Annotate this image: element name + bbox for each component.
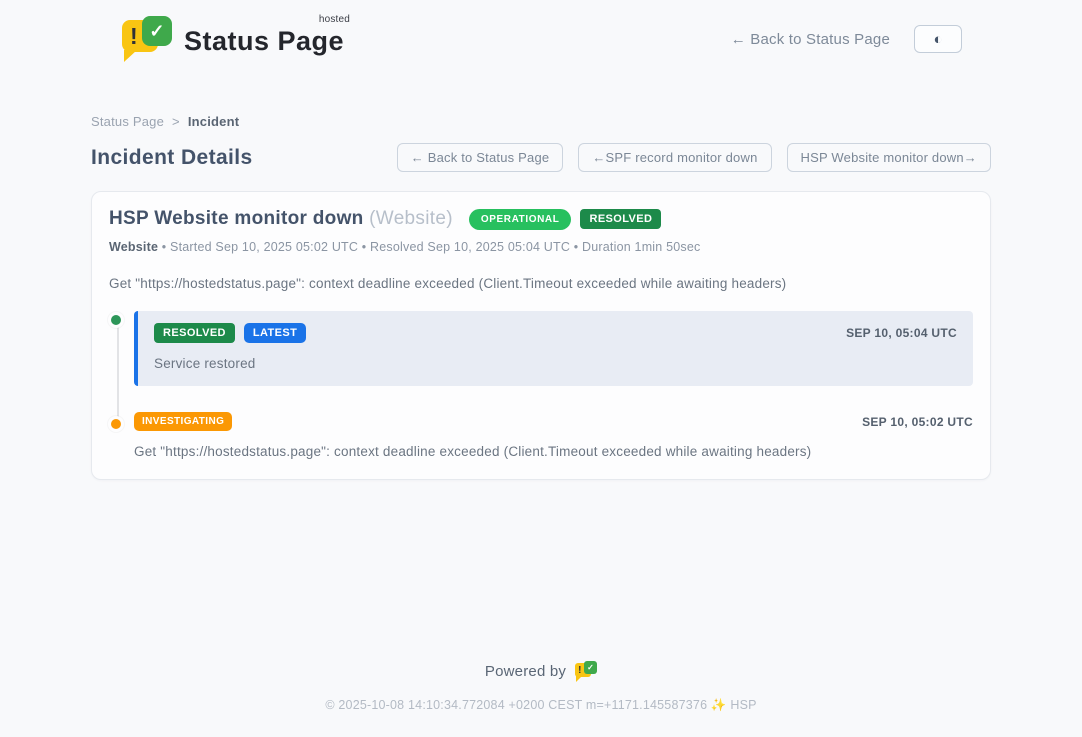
breadcrumb-separator: > [172,114,180,129]
investigating-badge: INVESTIGATING [134,412,232,431]
timeline-message: Get "https://hostedstatus.page": context… [134,444,973,459]
back-to-status-page-button[interactable]: ← Back to Status Page [397,143,564,172]
meta-component: Website [109,240,158,254]
orange-dot-icon [108,416,124,432]
incident-card: HSP Website monitor down (Website) OPERA… [91,191,991,480]
copyright-line: © 2025-10-08 14:10:34.772084 +0200 CEST … [0,698,1082,713]
incident-nav: ← Back to Status Page ←SPF record monito… [397,143,991,172]
previous-incident-button[interactable]: ←SPF record monitor down [578,143,771,172]
latest-badge: LATEST [244,323,306,343]
timeline-entry-investigating: INVESTIGATING SEP 10, 05:02 UTC Get "htt… [109,412,973,459]
incident-timeline: RESOLVED LATEST SEP 10, 05:04 UTC Servic… [109,311,973,459]
copyright-brand: HSP [730,698,756,712]
incident-badges: OPERATIONAL RESOLVED [469,209,662,230]
powered-by-label: Powered by [485,663,566,680]
brand-logo[interactable]: ! ✓ Status Page hosted [120,16,344,62]
resolved-badge: RESOLVED [580,209,661,229]
brand-hosted-label: hosted [319,14,350,25]
timeline-entry-badges: RESOLVED LATEST [154,323,306,343]
timeline-entry-header: RESOLVED LATEST SEP 10, 05:04 UTC [154,323,957,343]
status-bubble-icon: ! ✓ [120,16,172,62]
brand-wordmark: Status Page hosted [184,16,344,57]
timeline-entry-content: INVESTIGATING SEP 10, 05:02 UTC Get "htt… [134,412,973,459]
status-bubble-icon[interactable]: ! ✓ [575,661,597,682]
page-title: Incident Details [91,146,253,170]
header-actions: ← Back to Status Page ◐ [731,25,962,53]
sparkles-icon: ✨ [711,698,727,712]
brand-name: Status Page [184,26,344,56]
incident-title: HSP Website monitor down (Website) [109,208,453,230]
breadcrumb-status-page[interactable]: Status Page [91,114,164,129]
resolved-badge: RESOLVED [154,323,235,343]
back-to-status-page-link[interactable]: ← Back to Status Page [731,31,890,48]
check-icon: ✓ [142,16,172,46]
incident-title-row: HSP Website monitor down (Website) OPERA… [109,208,973,230]
operational-badge: OPERATIONAL [469,209,572,230]
green-dot-icon [108,312,124,328]
check-icon: ✓ [584,661,597,674]
timeline-message: Service restored [154,356,957,371]
incident-meta: Website • Started Sep 10, 2025 05:02 UTC… [109,240,973,254]
timeline-timestamp: SEP 10, 05:04 UTC [846,326,957,340]
incident-name: HSP Website monitor down [109,208,364,229]
timeline-dot-column [109,311,134,386]
powered-by: Powered by ! ✓ [0,661,1082,682]
timeline-timestamp: SEP 10, 05:02 UTC [862,415,973,429]
incident-component: (Website) [369,208,453,229]
incident-description: Get "https://hostedstatus.page": context… [109,276,973,291]
timeline-entry-content: RESOLVED LATEST SEP 10, 05:04 UTC Servic… [134,311,973,386]
timeline-entry-header: INVESTIGATING SEP 10, 05:02 UTC [134,412,973,431]
main-content: Status Page > Incident Incident Details … [91,114,991,480]
header: ! ✓ Status Page hosted ← Back to Status … [0,0,1082,70]
timeline-entry-badges: INVESTIGATING [134,412,232,431]
breadcrumb: Status Page > Incident [91,114,991,129]
title-row: Incident Details ← Back to Status Page ←… [91,143,991,172]
theme-toggle-button[interactable]: ◐ [914,25,962,53]
breadcrumb-incident: Incident [188,114,239,129]
footer: Powered by ! ✓ © 2025-10-08 14:10:34.772… [0,661,1082,737]
timeline-entry-resolved: RESOLVED LATEST SEP 10, 05:04 UTC Servic… [109,311,973,386]
meta-details: • Started Sep 10, 2025 05:02 UTC • Resol… [162,240,701,254]
next-incident-button[interactable]: HSP Website monitor down→ [787,143,991,172]
half-circle-icon: ◐ [933,32,942,47]
timeline-dot-column [109,412,134,459]
copyright-text: © 2025-10-08 14:10:34.772084 +0200 CEST … [325,698,707,712]
